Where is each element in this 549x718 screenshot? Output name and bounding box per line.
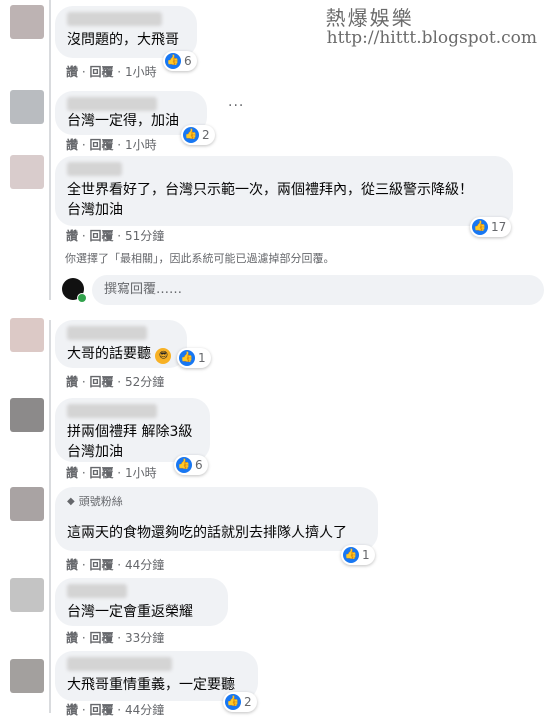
thumbs-up-icon: 👍 (165, 53, 181, 69)
comment-text: 沒問題的，大飛哥 (67, 32, 179, 48)
thumbs-up-icon: 👍 (176, 457, 192, 473)
top-fan-badge: ◆ 頭號粉絲 (67, 495, 123, 508)
comment-actions: 讚 · 回覆 · 51分鐘 (66, 229, 165, 243)
reply-link[interactable]: 回覆 (89, 703, 113, 717)
comment-actions: 讚 · 回覆 · 33分鐘 (66, 631, 165, 645)
like-link[interactable]: 讚 (66, 138, 78, 152)
like-link[interactable]: 讚 (66, 703, 78, 717)
commenter-name-redacted[interactable] (67, 584, 127, 598)
comment-text: 這兩天的食物還夠吃的話就別去排隊人擠人了 (67, 525, 347, 541)
comment-text: 台灣一定會重返榮耀 (67, 604, 193, 620)
watermark: 熱爆娛樂 http://hittt.blogspot.com (325, 2, 537, 48)
timestamp[interactable]: 51分鐘 (125, 229, 164, 243)
comment-text: 大哥的話要聽 😎 (67, 344, 175, 364)
thumbs-up-icon: 👍 (183, 127, 199, 143)
comment-actions: 讚 · 回覆 · 1小時 (66, 466, 157, 480)
comment-bubble: 大哥的話要聽 😎 (55, 320, 187, 368)
thread-line (49, 320, 51, 713)
reaction-count[interactable]: 👍 1 (177, 348, 211, 368)
more-options-button[interactable]: ··· (228, 98, 244, 114)
watermark-title: 熱爆娛樂 (325, 6, 414, 30)
reply-link[interactable]: 回覆 (89, 558, 113, 572)
online-status-icon (77, 293, 87, 303)
reply-link[interactable]: 回覆 (89, 65, 113, 79)
reply-input[interactable]: 撰寫回覆…… (92, 275, 544, 305)
diamond-icon: ◆ (67, 495, 75, 507)
reaction-count[interactable]: 👍 6 (163, 51, 197, 71)
comment-text: 大飛哥重情重義，一定要聽 (67, 677, 235, 693)
commenter-name-redacted[interactable] (67, 162, 122, 176)
comment-actions: 讚 · 回覆 · 1小時 (66, 138, 157, 152)
like-link[interactable]: 讚 (66, 466, 78, 480)
like-link[interactable]: 讚 (66, 631, 78, 645)
thumbs-up-icon: 👍 (179, 350, 195, 366)
commenter-name-redacted[interactable] (67, 326, 147, 340)
avatar[interactable] (10, 398, 44, 432)
commenter-name-redacted[interactable] (67, 12, 162, 26)
avatar[interactable] (10, 318, 44, 352)
reply-link[interactable]: 回覆 (89, 631, 113, 645)
comment-bubble: 全世界看好了，台灣只示範一次，兩個禮拜內，從三級警示降級！ 台灣加油 (55, 156, 513, 226)
like-link[interactable]: 讚 (66, 558, 78, 572)
commenter-name-redacted[interactable] (67, 97, 157, 111)
reply-link[interactable]: 回覆 (89, 229, 113, 243)
timestamp[interactable]: 52分鐘 (125, 375, 164, 389)
reaction-count[interactable]: 👍 17 (470, 217, 512, 237)
commenter-name-redacted[interactable] (67, 657, 172, 671)
avatar[interactable] (10, 659, 44, 693)
thumbs-up-icon: 👍 (472, 219, 488, 235)
timestamp[interactable]: 44分鐘 (125, 558, 164, 572)
thumbs-up-icon: 👍 (225, 694, 241, 710)
commenter-name-redacted[interactable] (67, 404, 157, 418)
watermark-url: http://hittt.blogspot.com (326, 28, 537, 48)
comment-actions: 讚 · 回覆 · 1小時 (66, 65, 157, 79)
like-link[interactable]: 讚 (66, 375, 78, 389)
avatar[interactable] (10, 487, 44, 521)
reaction-count[interactable]: 👍 2 (223, 692, 257, 712)
comment-actions: 讚 · 回覆 · 44分鐘 (66, 558, 165, 572)
comment-actions: 讚 · 回覆 · 44分鐘 (66, 703, 165, 717)
sunglasses-emoji-icon: 😎 (155, 348, 172, 364)
avatar[interactable] (10, 90, 44, 124)
thread-line (49, 0, 51, 300)
reply-link[interactable]: 回覆 (89, 138, 113, 152)
comment-actions: 讚 · 回覆 · 52分鐘 (66, 375, 165, 389)
comment-text: 台灣一定得，加油 (67, 113, 179, 129)
reaction-count[interactable]: 👍 2 (181, 125, 215, 145)
avatar[interactable] (10, 5, 44, 39)
avatar[interactable] (10, 155, 44, 189)
comment-bubble: 台灣一定會重返榮耀 (55, 578, 228, 626)
timestamp[interactable]: 44分鐘 (125, 703, 164, 717)
filter-note: 你選擇了「最相關」，因此系統可能已過濾掉部分回覆。 (65, 252, 335, 265)
reply-link[interactable]: 回覆 (89, 466, 113, 480)
timestamp[interactable]: 1小時 (125, 65, 157, 79)
reaction-count[interactable]: 👍 6 (174, 455, 208, 475)
avatar[interactable] (10, 578, 44, 612)
comment-text: 全世界看好了，台灣只示範一次，兩個禮拜內，從三級警示降級！ 台灣加油 (67, 182, 473, 218)
timestamp[interactable]: 1小時 (125, 466, 157, 480)
timestamp[interactable]: 1小時 (125, 138, 157, 152)
timestamp[interactable]: 33分鐘 (125, 631, 164, 645)
reaction-count[interactable]: 👍 1 (341, 545, 375, 565)
like-link[interactable]: 讚 (66, 229, 78, 243)
reply-link[interactable]: 回覆 (89, 375, 113, 389)
like-link[interactable]: 讚 (66, 65, 78, 79)
thumbs-up-icon: 👍 (343, 547, 359, 563)
comment-bubble: 拼兩個禮拜 解除3級 台灣加油 (55, 398, 210, 462)
